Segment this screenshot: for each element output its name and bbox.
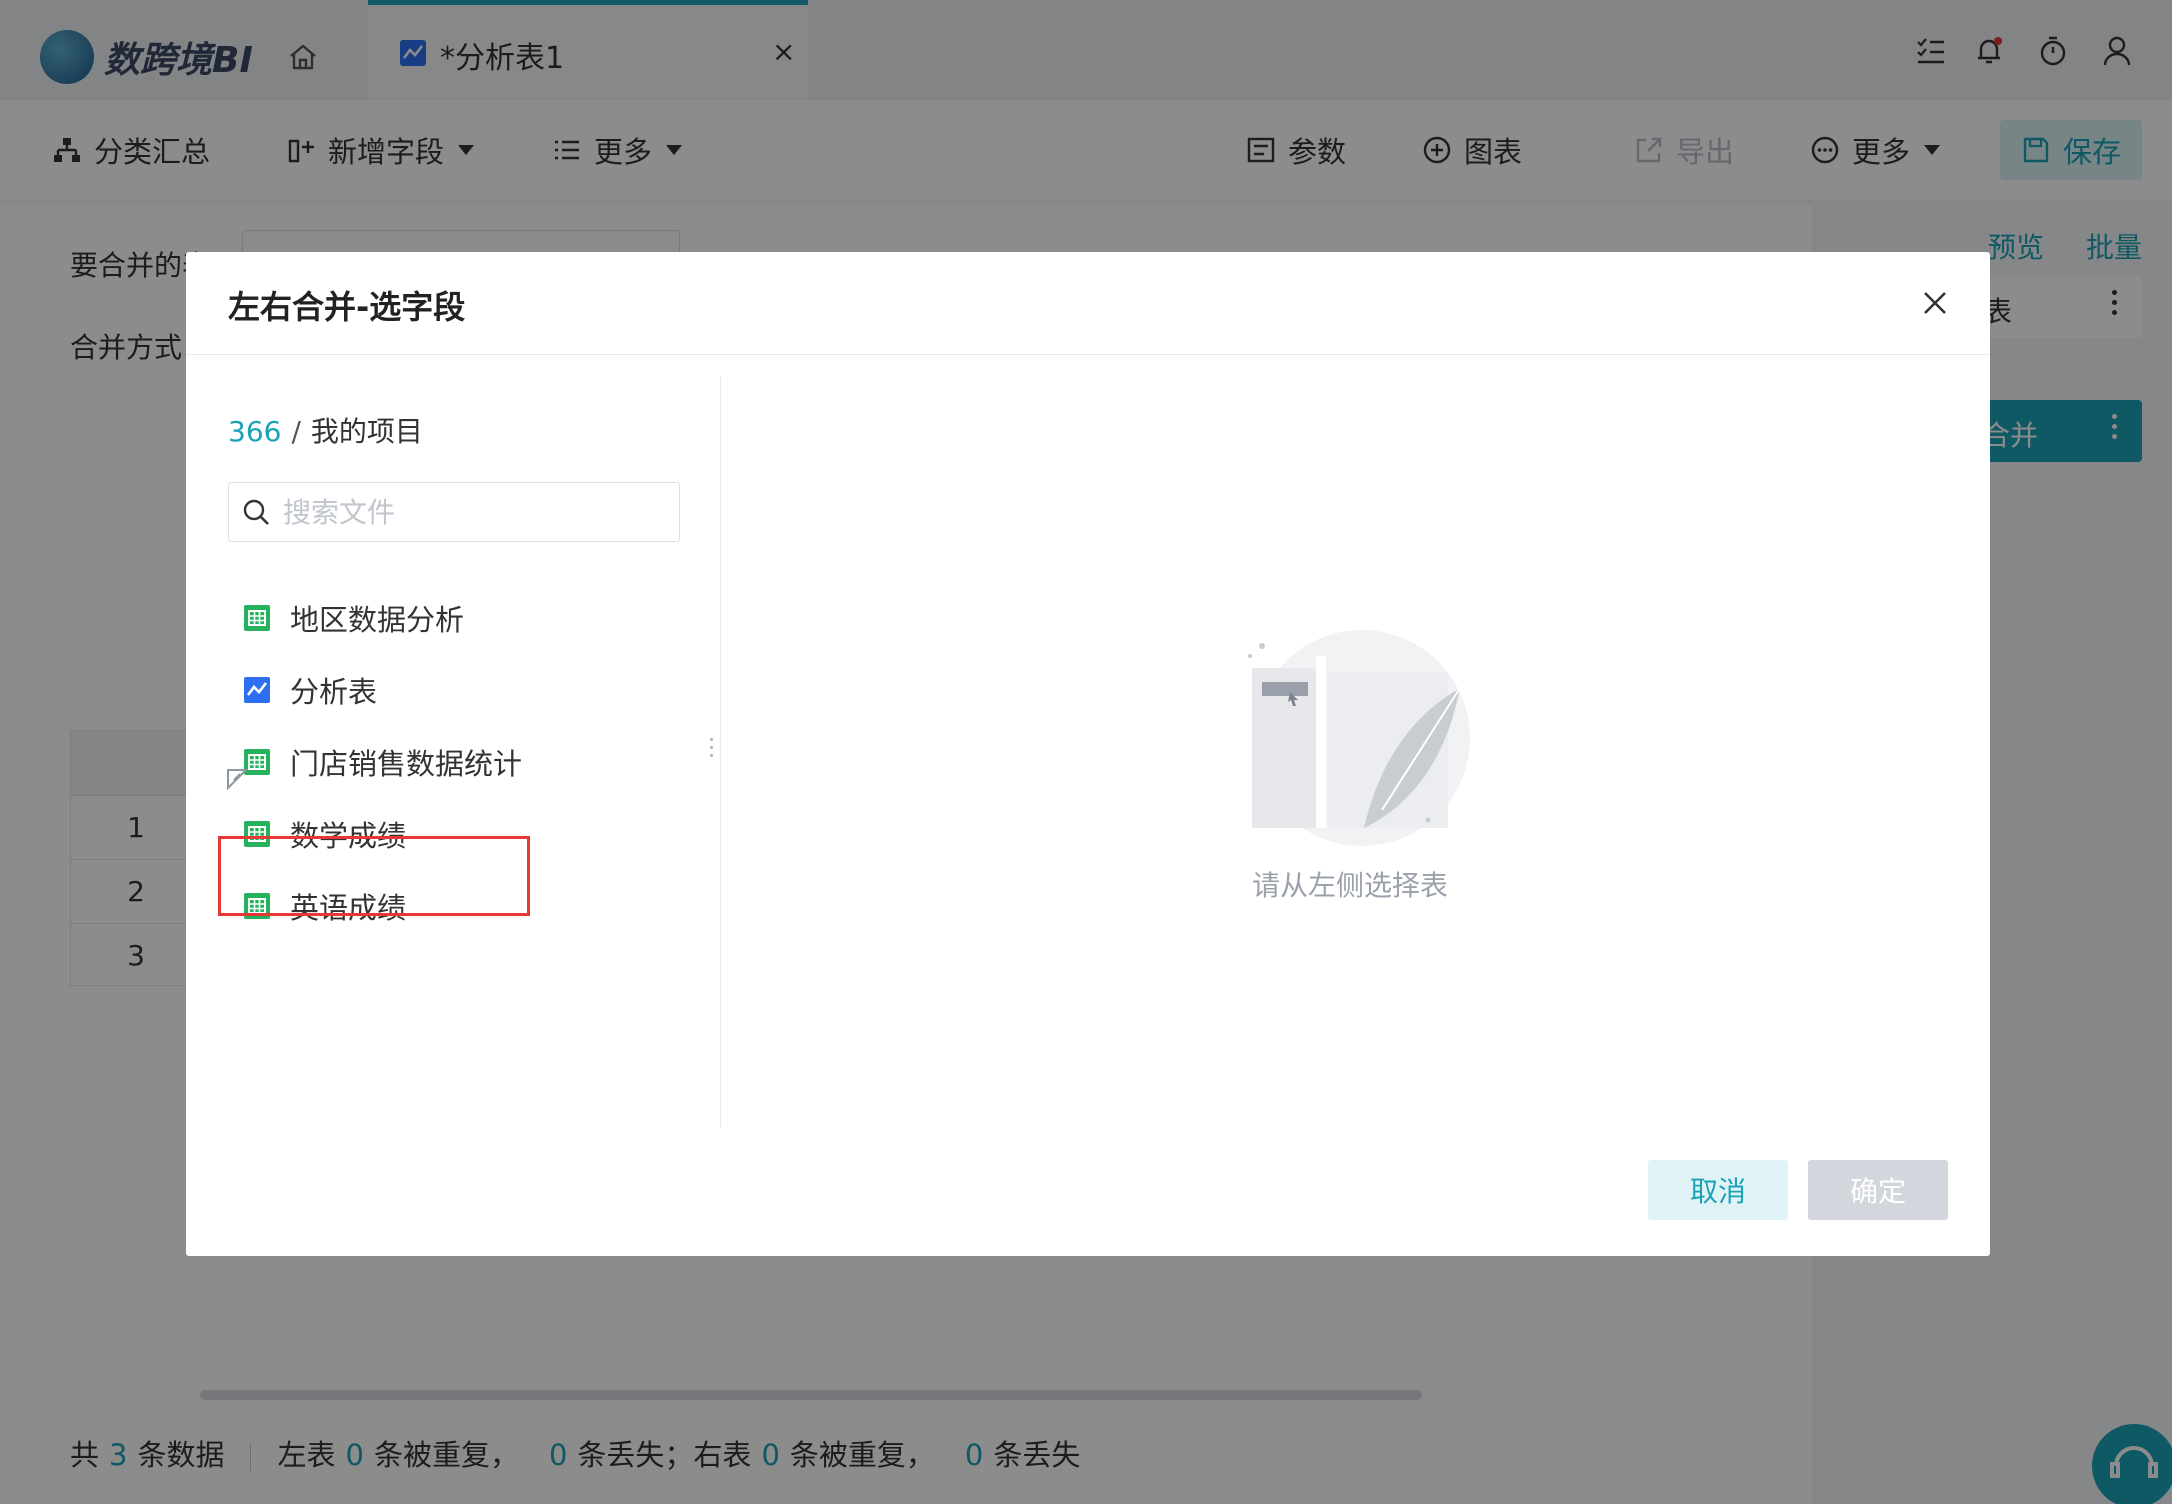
search-icon: [243, 499, 269, 525]
file-item[interactable]: 分析表: [244, 660, 377, 720]
empty-state-text: 请从左侧选择表: [1252, 869, 1449, 902]
file-search-box[interactable]: [228, 482, 680, 542]
breadcrumb-separator: /: [291, 415, 301, 448]
analysis-icon: [244, 677, 270, 703]
dialog-title: 左右合并-选字段: [228, 288, 466, 326]
file-item[interactable]: 地区数据分析: [244, 588, 464, 648]
breadcrumb: 366 / 我的项目: [228, 410, 423, 450]
file-item[interactable]: 门店销售数据统计: [244, 732, 522, 792]
empty-state-illustration: [1248, 630, 1470, 846]
edit-cursor-icon: [227, 769, 248, 790]
cancel-button[interactable]: 取消: [1648, 1160, 1788, 1220]
resize-handle[interactable]: [708, 738, 714, 766]
file-item-label: 门店销售数据统计: [290, 747, 523, 781]
file-item-label: 分析表: [290, 675, 378, 709]
select-field-dialog: 左右合并-选字段 366 / 我的项目 地区数据分析 分析表: [186, 252, 1990, 1256]
breadcrumb-current: 我的项目: [310, 415, 423, 448]
close-icon[interactable]: [1920, 288, 1950, 318]
table-icon: [244, 605, 270, 631]
search-input[interactable]: [283, 493, 663, 531]
dialog-header-divider: [186, 354, 1990, 355]
highlight-box: [218, 836, 530, 916]
breadcrumb-root-link[interactable]: 366: [228, 415, 281, 448]
pane-divider: [720, 376, 721, 1128]
confirm-button[interactable]: 确定: [1808, 1160, 1948, 1220]
file-item-label: 地区数据分析: [290, 603, 465, 637]
